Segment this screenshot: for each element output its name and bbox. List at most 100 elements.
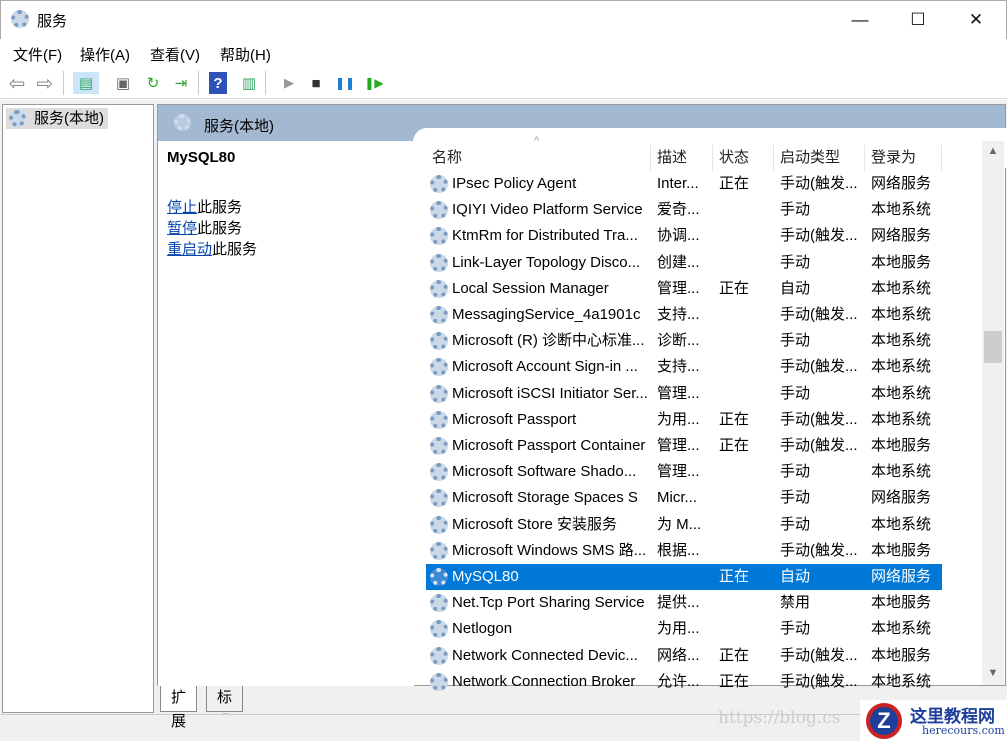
action-text: 此服务 [197, 220, 243, 237]
cell-log-on-as: 网络服务 [871, 175, 932, 192]
menu-help[interactable]: 帮助(H) [220, 44, 271, 65]
service-row[interactable]: Microsoft Account Sign-in ... 支持... 手动(触发.… [426, 354, 942, 380]
cell-startup-type: 自动 [780, 568, 811, 585]
column-header-log-on-as[interactable]: 登录为 [865, 145, 942, 171]
cell-log-on-as: 本地系统 [871, 358, 932, 376]
column-header-name[interactable]: 名称 [426, 145, 651, 171]
scrollbar-thumb[interactable] [984, 331, 1002, 363]
service-row[interactable]: Microsoft (R) 诊断中心标准... 诊断... 手动 本地系统 [426, 328, 942, 354]
vertical-scrollbar[interactable]: ▲ ▼ [982, 141, 1004, 685]
forward-icon[interactable]: ⇨ [34, 72, 56, 95]
cell-startup-type: 手动(触发... [780, 358, 858, 376]
service-gear-icon [430, 594, 448, 613]
scroll-down-icon[interactable]: ▼ [982, 667, 1004, 679]
column-header-status[interactable]: 状态 [713, 145, 774, 171]
pause-icon[interactable]: ❚❚ [334, 72, 356, 94]
service-row[interactable]: Microsoft Passport 为用... 正在 手动(触发... 本地系统 [426, 407, 942, 433]
show-tree-icon[interactable]: ▤ [73, 72, 99, 94]
resume-icon[interactable]: ❚▶ [363, 72, 385, 94]
cell-log-on-as: 本地系统 [871, 672, 932, 690]
cell-description: 诊断... [657, 332, 700, 350]
service-gear-icon [430, 568, 448, 586]
scroll-up-icon[interactable]: ▲ [982, 145, 1004, 157]
refresh-icon[interactable]: ↻ [142, 72, 164, 94]
cell-name: MessagingService_4a1901c [452, 306, 641, 323]
service-row[interactable]: MessagingService_4a1901c 支持... 手动(触发... 本地系… [426, 302, 942, 328]
stop-icon[interactable]: ■ [305, 72, 327, 94]
cell-log-on-as: 本地系统 [871, 306, 932, 323]
tree-item-services-local[interactable]: 服务(本地) [6, 108, 108, 129]
menu-file[interactable]: 文件(F) [13, 44, 62, 65]
service-gear-icon [430, 437, 448, 455]
menu-action[interactable]: 操作(A) [80, 44, 130, 65]
tab-standard[interactable]: 标准 [206, 686, 244, 730]
column-header-startup-type[interactable]: 启动类型 [774, 145, 865, 171]
cell-startup-type: 禁用 [780, 594, 811, 612]
cell-log-on-as: 本地系统 [871, 201, 932, 219]
cell-log-on-as: 网络服务 [871, 568, 932, 585]
cell-log-on-as: 本地系统 [871, 332, 932, 350]
column-header-description[interactable]: 描述 [651, 145, 713, 171]
cell-log-on-as: 本地服务 [871, 594, 932, 612]
maximize-button[interactable]: ☐ [889, 1, 947, 39]
show-action-pane-icon[interactable]: ▥ [238, 72, 260, 94]
service-row[interactable]: Microsoft iSCSI Initiator Ser... 管理... 手动 本… [426, 381, 942, 407]
help-icon[interactable]: ? [209, 72, 227, 94]
cell-description: 为用... [657, 620, 700, 638]
cell-description: 管理... [657, 437, 700, 454]
cell-startup-type: 手动(触发... [780, 541, 858, 559]
cell-name: IQIYI Video Platform Service [452, 201, 643, 219]
tab-extended[interactable]: 扩展 [160, 686, 198, 730]
title-bar: 服务 — ☐ ✕ [0, 0, 1007, 39]
site-logo: Z 这里教程网 herecours.com [860, 700, 1007, 741]
cell-description: 爱奇... [657, 201, 700, 219]
cell-status: 正在 [719, 646, 750, 664]
minimize-button[interactable]: — [831, 1, 889, 39]
service-row[interactable]: MySQL80 正在 自动 网络服务 [426, 564, 942, 590]
start-icon[interactable]: ▶ [278, 72, 300, 94]
service-row[interactable]: IQIYI Video Platform Service 爱奇... 手动 本地系统 [426, 197, 942, 223]
service-row[interactable]: Microsoft Store 安装服务 为 M... 手动 本地系统 [426, 512, 942, 538]
cell-startup-type: 手动(触发... [780, 437, 858, 454]
service-gear-icon [430, 175, 448, 193]
watermark: https://blog.cs [718, 708, 841, 728]
service-row[interactable]: Netlogon 为用... 手动 本地系统 [426, 616, 942, 642]
service-row[interactable]: Microsoft Software Shado... 管理... 手动 本地系统 [426, 459, 942, 485]
cell-startup-type: 手动(触发... [780, 227, 858, 245]
cell-startup-type: 手动 [780, 515, 811, 533]
services-gear-icon [11, 10, 29, 28]
cell-name: Netlogon [452, 620, 513, 638]
cell-status: 正在 [719, 175, 750, 192]
service-row[interactable]: Microsoft Windows SMS 路... 根据... 手动(触发... 本… [426, 538, 942, 564]
pause-service-link[interactable]: 暂停 [167, 220, 197, 237]
cell-log-on-as: 网络服务 [871, 489, 932, 507]
menu-view[interactable]: 查看(V) [150, 44, 200, 65]
service-row[interactable]: Net.Tcp Port Sharing Service 提供... 禁用 本地服务 [426, 590, 942, 616]
service-row[interactable]: Microsoft Passport Container 管理... 正在 手动(触发… [426, 433, 942, 459]
service-row[interactable]: Local Session Manager 管理... 正在 自动 本地系统 [426, 276, 942, 302]
service-row[interactable]: Link-Layer Topology Disco... 创建... 手动 本地服务 [426, 250, 942, 276]
stop-service-link[interactable]: 停止 [167, 199, 197, 216]
service-row[interactable]: IPsec Policy Agent Inter... 正在 手动(触发... 网络服务 [426, 171, 942, 197]
restart-service-link[interactable]: 重启动 [167, 241, 212, 258]
pause-service-action: 暂停此服务 [167, 217, 242, 238]
back-icon[interactable]: ⇦ [6, 72, 28, 95]
cell-status: 正在 [719, 672, 750, 690]
service-gear-icon [430, 541, 448, 560]
service-gear-icon [430, 515, 448, 534]
cell-status: 正在 [719, 410, 750, 428]
properties-icon[interactable]: ▣ [112, 72, 134, 94]
cell-description: 协调... [657, 227, 700, 245]
service-row[interactable]: Microsoft Storage Spaces S Micr... 手动 网络服务 [426, 485, 942, 511]
service-row[interactable]: Network Connected Devic... 网络... 正在 手动(触发..… [426, 643, 942, 669]
close-button[interactable]: ✕ [947, 1, 1005, 39]
services-gear-icon [9, 110, 26, 127]
cell-name: Microsoft Passport Container [452, 437, 646, 454]
cell-description: 管理... [657, 463, 700, 481]
service-row[interactable]: Network Connection Broker 允许... 正在 手动(触发...… [426, 669, 942, 695]
export-icon[interactable]: ⇥ [170, 72, 192, 94]
cell-startup-type: 手动 [780, 332, 811, 350]
cell-startup-type: 手动 [780, 620, 811, 638]
service-row[interactable]: KtmRm for Distributed Tra... 协调... 手动(触发..… [426, 223, 942, 249]
cell-name: Link-Layer Topology Disco... [452, 253, 641, 271]
